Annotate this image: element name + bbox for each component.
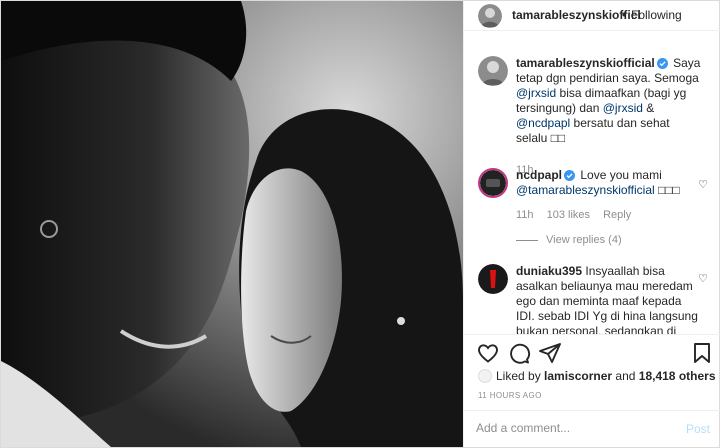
verified-badge-icon	[656, 58, 668, 69]
mention-link[interactable]: @jrxsid	[603, 101, 643, 115]
likes-others-link[interactable]: 18,418 others	[639, 369, 716, 383]
add-comment-input[interactable]	[476, 421, 666, 435]
instagram-post: tamarableszynskiofficl • Following tamar…	[0, 0, 720, 448]
comment-time[interactable]: 11h	[516, 209, 534, 221]
comment-icon[interactable]	[507, 341, 531, 365]
emoji-glyphs: □□□	[654, 183, 680, 197]
mention-link[interactable]: @tamarableszynskiofficial	[516, 183, 655, 197]
commenter-username[interactable]: duniaku395	[516, 264, 582, 278]
post-photo[interactable]	[1, 1, 463, 447]
reply-button[interactable]: Reply	[603, 209, 631, 221]
post-header: tamarableszynskiofficl • Following	[464, 1, 720, 31]
liker-avatar[interactable]	[478, 369, 492, 383]
caption-username[interactable]: tamarableszynskiofficial	[516, 56, 655, 70]
comment-like-icon[interactable]: ♡	[698, 178, 708, 191]
following-button[interactable]: Following	[631, 8, 682, 22]
heart-icon[interactable]	[476, 341, 500, 365]
view-replies-line	[516, 239, 538, 241]
verified-badge-icon	[564, 170, 576, 181]
share-icon[interactable]	[538, 341, 562, 365]
photo-art	[1, 1, 463, 447]
commenter-avatar[interactable]	[478, 168, 508, 198]
author-avatar[interactable]	[478, 4, 502, 28]
commenter-avatar[interactable]	[478, 264, 508, 294]
mention-link[interactable]: @ncdpapl	[516, 116, 570, 130]
bookmark-icon[interactable]	[690, 341, 714, 365]
comment-text: duniaku395 Insyaallah bisa asalkan belia…	[516, 264, 702, 334]
likes-middle: and	[612, 369, 639, 383]
comment-meta: 11h 103 likes Reply	[516, 209, 641, 221]
post-sidebar: tamarableszynskiofficl • Following tamar…	[463, 1, 720, 447]
header-separator: •	[622, 8, 627, 22]
view-replies-label: View replies (4)	[546, 234, 622, 246]
post-timestamp[interactable]: 11 HOURS AGO	[478, 391, 542, 400]
caption-text-part: &	[642, 101, 655, 115]
comment-text-part: Love you mami	[580, 168, 662, 182]
action-bar	[464, 334, 720, 370]
likes-prefix: Liked by	[496, 369, 545, 383]
caption-avatar[interactable]	[478, 56, 508, 86]
likes-summary: Liked by lamiscorner and 18,418 others	[478, 369, 716, 383]
post-comment-button[interactable]: Post	[686, 422, 710, 436]
comment-text: ncdpapl Love you mami @tamarableszynskio…	[516, 168, 702, 198]
liker-username[interactable]: lamiscorner	[544, 369, 612, 383]
comment-like-icon[interactable]: ♡	[698, 272, 708, 285]
comments-list[interactable]: tamarableszynskiofficial Saya tetap dgn …	[464, 32, 720, 334]
view-replies-button[interactable]: View replies (4)	[516, 234, 622, 246]
mention-link[interactable]: @jrxsid	[516, 86, 556, 100]
caption-text: tamarableszynskiofficial Saya tetap dgn …	[516, 56, 702, 146]
comment-likes-count[interactable]: 103 likes	[547, 209, 590, 221]
emoji-glyphs: □□	[550, 131, 566, 145]
commenter-username[interactable]: ncdpapl	[516, 168, 562, 182]
add-comment-bar: Post	[464, 410, 720, 447]
